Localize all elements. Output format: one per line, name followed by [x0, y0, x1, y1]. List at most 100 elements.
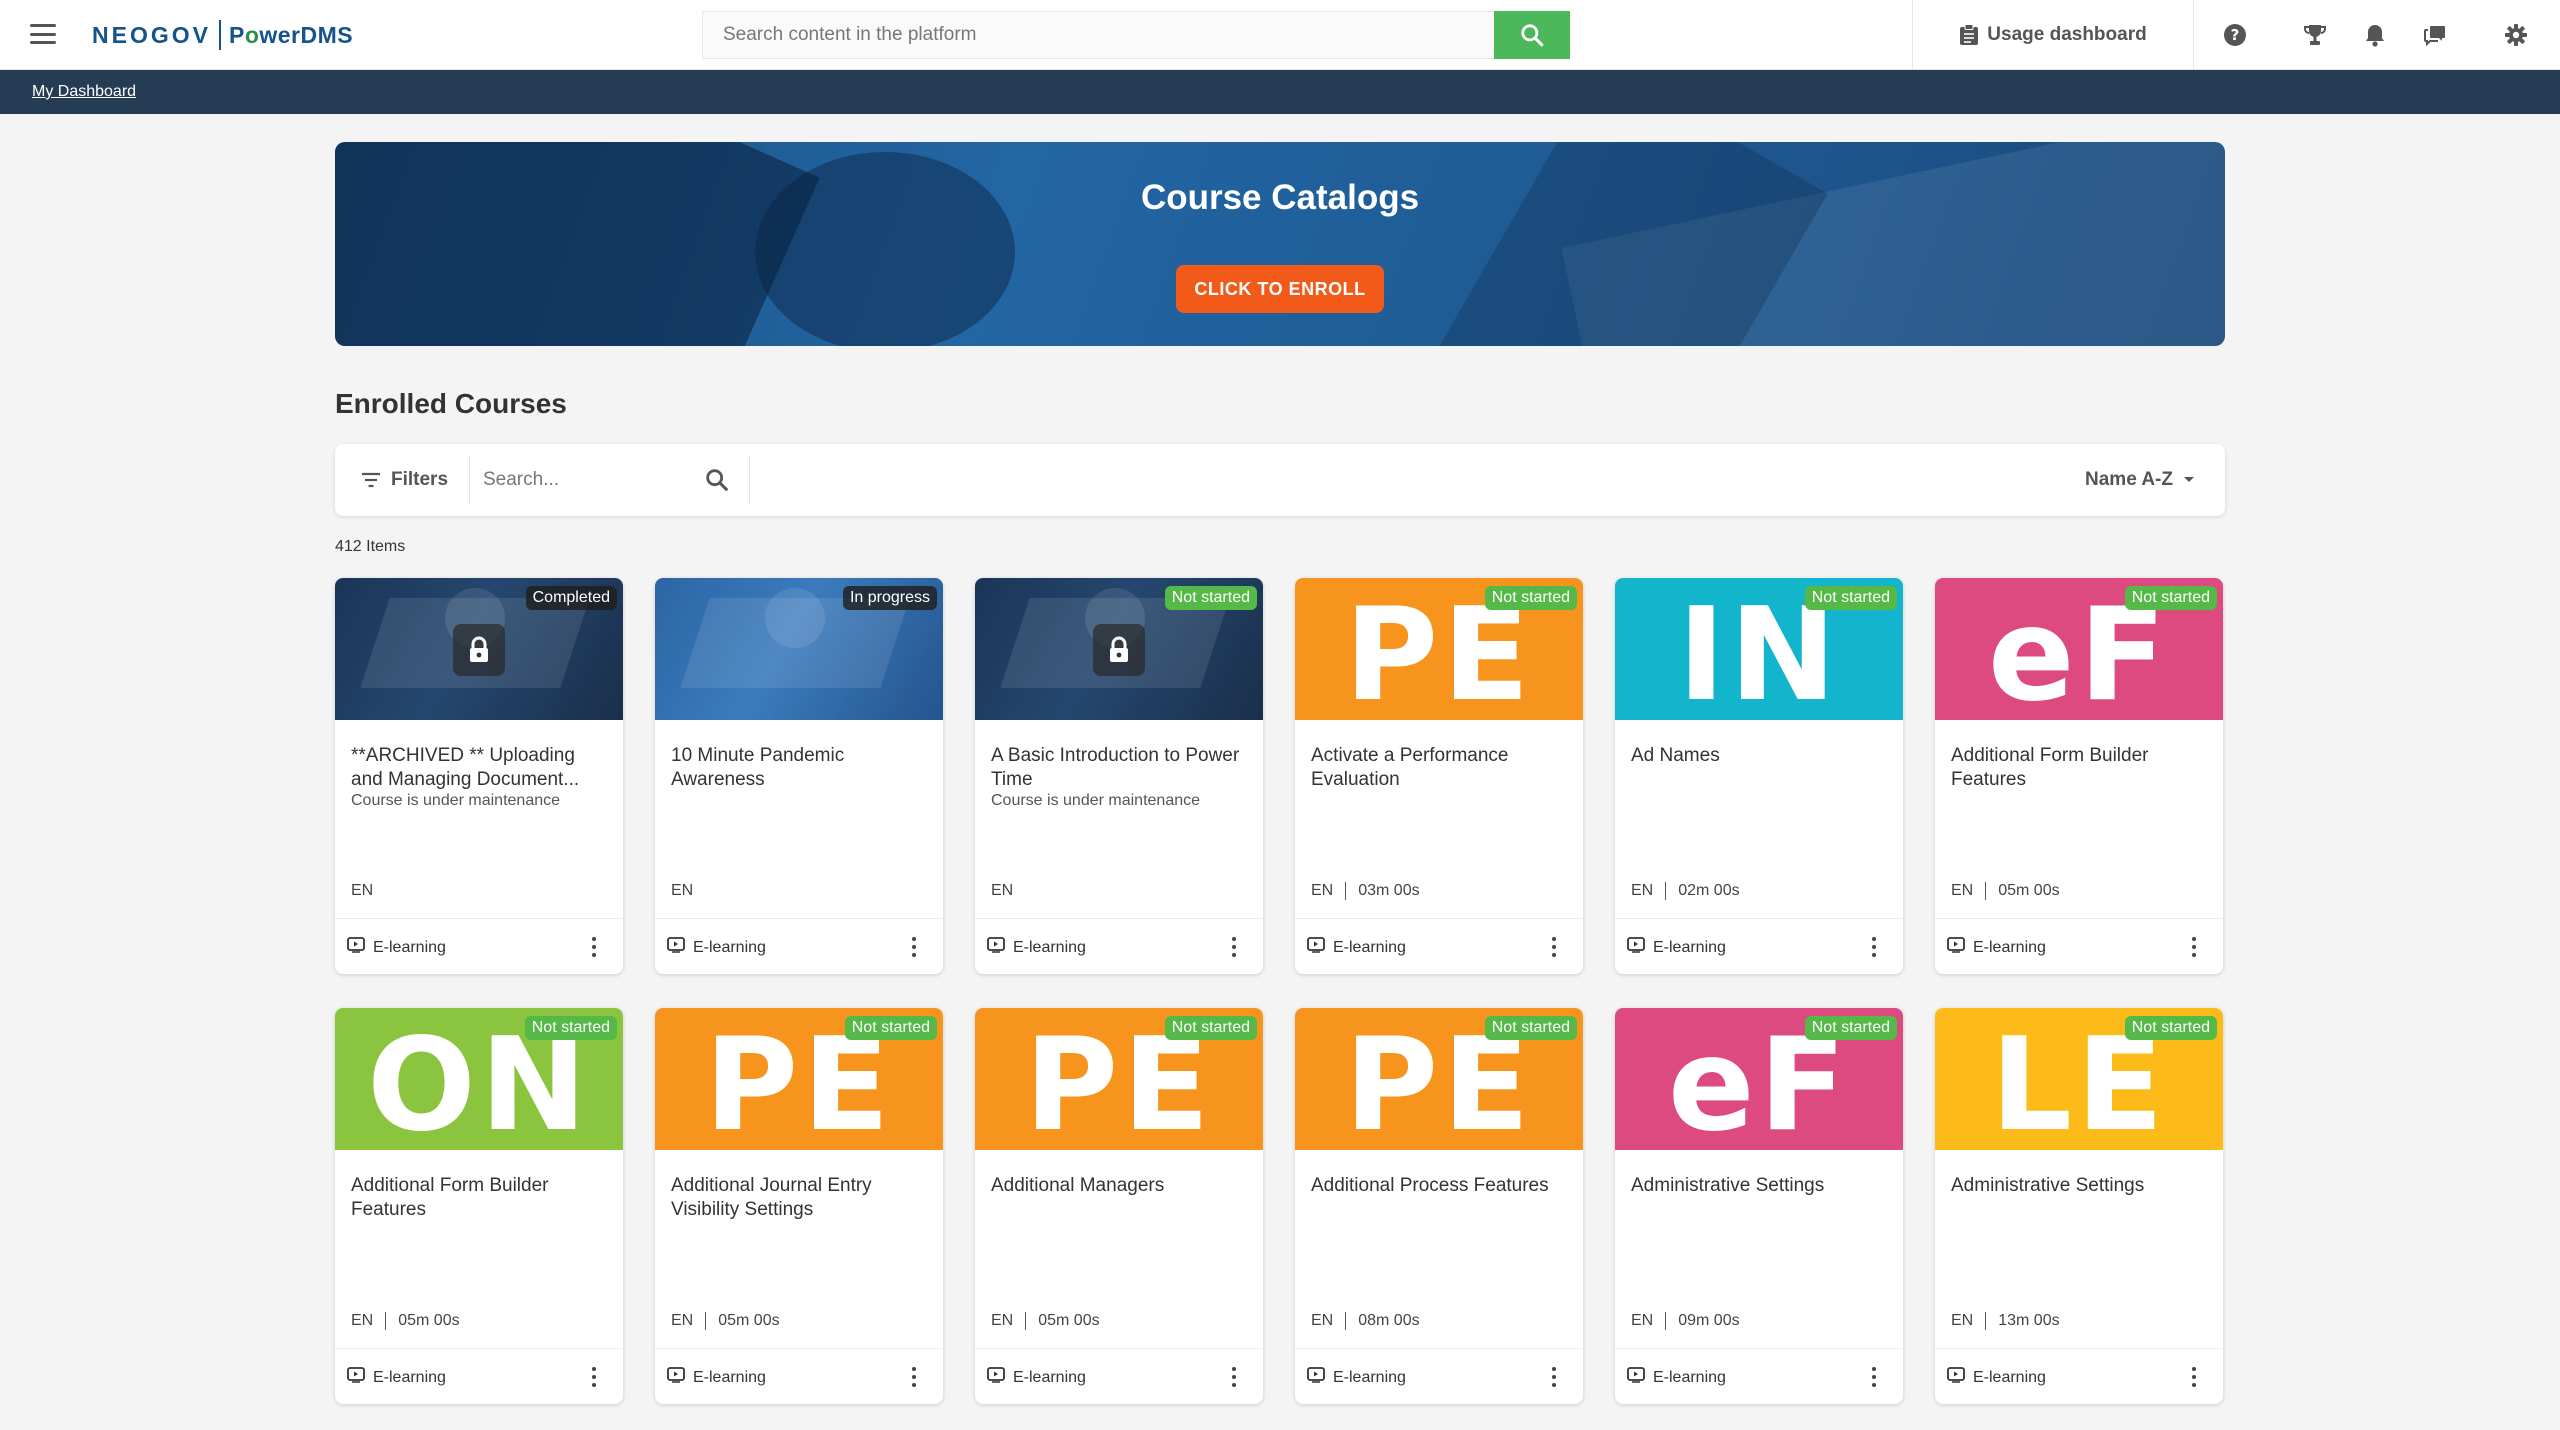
course-title[interactable]: Additional Managers — [991, 1174, 1249, 1198]
logo-neogov: NEOGOV — [92, 21, 211, 48]
course-card[interactable]: ON Not started Additional Form Builder Fea… — [335, 1008, 623, 1404]
global-search-input[interactable] — [702, 11, 1494, 59]
more-options-icon[interactable] — [911, 1367, 917, 1387]
course-meta: EN — [351, 882, 373, 900]
course-card[interactable]: Completed **ARCHIVED ** Uploading and Man… — [335, 578, 623, 974]
status-badge: Not started — [2124, 1016, 2217, 1040]
course-thumbnail: IN Not started — [1615, 578, 1903, 720]
course-footer: E-learning — [655, 1348, 943, 1404]
more-options-icon[interactable] — [2191, 937, 2197, 957]
course-type: E-learning — [1307, 1367, 1406, 1388]
course-card[interactable]: eF Not started Administrative Settings EN 09… — [1615, 1008, 1903, 1404]
course-footer: E-learning — [1935, 1348, 2223, 1404]
course-card[interactable]: PE Not started Additional Journal Entry Vi… — [655, 1008, 943, 1404]
course-title[interactable]: Activate a Performance Evaluation — [1311, 744, 1569, 792]
more-options-icon[interactable] — [1231, 937, 1237, 957]
course-duration: 05m 00s — [398, 1312, 460, 1329]
course-meta: EN 05m 00s — [1951, 882, 2060, 900]
logo-divider — [218, 20, 221, 50]
course-thumbnail: LE Not started — [1935, 1008, 2223, 1150]
course-card[interactable]: PE Not started Activate a Performance Eval… — [1295, 578, 1583, 974]
course-type: E-learning — [1947, 937, 2046, 958]
course-title[interactable]: Administrative Settings — [1951, 1174, 2209, 1198]
items-count: 412 Items — [335, 538, 406, 555]
course-thumbnail: eF Not started — [1935, 578, 2223, 720]
course-duration: 13m 00s — [1998, 1312, 2060, 1329]
more-options-icon[interactable] — [1871, 1367, 1877, 1387]
course-type-label: E-learning — [1973, 938, 2046, 956]
search-button[interactable] — [1494, 11, 1570, 59]
help-icon[interactable]: ? — [2222, 22, 2248, 48]
course-footer: E-learning — [335, 918, 623, 974]
search-icon[interactable] — [703, 466, 731, 494]
filters-button[interactable]: Filters — [361, 444, 448, 516]
more-options-icon[interactable] — [591, 1367, 597, 1387]
course-meta: EN — [671, 882, 693, 900]
course-meta: EN 05m 00s — [991, 1312, 1100, 1330]
more-options-icon[interactable] — [911, 937, 917, 957]
more-options-icon[interactable] — [1551, 937, 1557, 957]
course-card[interactable]: PE Not started Additional Process Features… — [1295, 1008, 1583, 1404]
course-card[interactable]: PE Not started Additional Managers EN 05m 00… — [975, 1008, 1263, 1404]
course-title[interactable]: Ad Names — [1631, 744, 1889, 768]
course-duration: 05m 00s — [1998, 882, 2060, 899]
elearning-icon — [1947, 1367, 1965, 1388]
chat-icon[interactable] — [2422, 22, 2448, 48]
course-thumbnail: ON Not started — [335, 1008, 623, 1150]
course-type: E-learning — [987, 937, 1086, 958]
elearning-icon — [667, 1367, 685, 1388]
status-badge: Not started — [1164, 1016, 1257, 1040]
status-badge: In progress — [842, 586, 937, 610]
filter-divider — [749, 456, 750, 504]
more-options-icon[interactable] — [591, 937, 597, 957]
course-card[interactable]: LE Not started Administrative Settings EN 13… — [1935, 1008, 2223, 1404]
more-options-icon[interactable] — [1231, 1367, 1237, 1387]
course-thumbnail: PE Not started — [1295, 578, 1583, 720]
sort-dropdown[interactable]: Name A-Z — [2085, 444, 2195, 516]
global-search — [702, 11, 1570, 59]
caret-down-icon — [2184, 477, 2194, 482]
course-card[interactable]: IN Not started Ad Names EN 02m 00s E-learning — [1615, 578, 1903, 974]
course-title[interactable]: A Basic Introduction to Power Time — [991, 744, 1249, 792]
course-card[interactable]: eF Not started Additional Form Builder Fea… — [1935, 578, 2223, 974]
course-title[interactable]: Additional Form Builder Features — [1951, 744, 2209, 792]
course-type: E-learning — [1627, 1367, 1726, 1388]
course-card[interactable]: In progress 10 Minute Pandemic Awareness E… — [655, 578, 943, 974]
course-type: E-learning — [1627, 937, 1726, 958]
course-title[interactable]: Administrative Settings — [1631, 1174, 1889, 1198]
logo[interactable]: NEOGOV PowerDMS — [92, 18, 353, 52]
course-language: EN — [1631, 882, 1654, 899]
menu-icon[interactable] — [30, 24, 56, 44]
course-language: EN — [991, 1312, 1014, 1329]
course-title[interactable]: Additional Process Features — [1311, 1174, 1569, 1198]
trophy-icon[interactable] — [2302, 22, 2328, 48]
click-to-enroll-button[interactable]: CLICK TO ENROLL — [1176, 265, 1384, 313]
gear-icon[interactable] — [2503, 22, 2529, 48]
breadcrumb-my-dashboard[interactable]: My Dashboard — [32, 83, 136, 101]
more-options-icon[interactable] — [1871, 937, 1877, 957]
course-title[interactable]: **ARCHIVED ** Uploading and Managing Doc… — [351, 744, 609, 792]
course-title[interactable]: Additional Form Builder Features — [351, 1174, 609, 1222]
course-type-label: E-learning — [1013, 938, 1086, 956]
status-badge: Completed — [525, 586, 617, 610]
sort-label: Name A-Z — [2085, 469, 2173, 490]
breadcrumb-bar: My Dashboard — [0, 70, 2560, 114]
more-options-icon[interactable] — [2191, 1367, 2197, 1387]
course-duration: 05m 00s — [718, 1312, 780, 1329]
course-title[interactable]: Additional Journal Entry Visibility Sett… — [671, 1174, 929, 1222]
banner-decor — [335, 142, 820, 346]
elearning-icon — [987, 1367, 1005, 1388]
course-search-input[interactable] — [483, 456, 703, 504]
course-type: E-learning — [347, 1367, 446, 1388]
course-language: EN — [671, 1312, 694, 1329]
course-type-label: E-learning — [373, 1368, 446, 1386]
course-meta: EN 08m 00s — [1311, 1312, 1420, 1330]
course-type-label: E-learning — [1973, 1368, 2046, 1386]
svg-text:?: ? — [2231, 26, 2240, 44]
more-options-icon[interactable] — [1551, 1367, 1557, 1387]
course-title[interactable]: 10 Minute Pandemic Awareness — [671, 744, 929, 792]
usage-dashboard-button[interactable]: Usage dashboard — [1912, 0, 2194, 70]
meta-divider — [1985, 1312, 1987, 1330]
bell-icon[interactable] — [2362, 22, 2388, 48]
course-card[interactable]: Not started A Basic Introduction to Power… — [975, 578, 1263, 974]
